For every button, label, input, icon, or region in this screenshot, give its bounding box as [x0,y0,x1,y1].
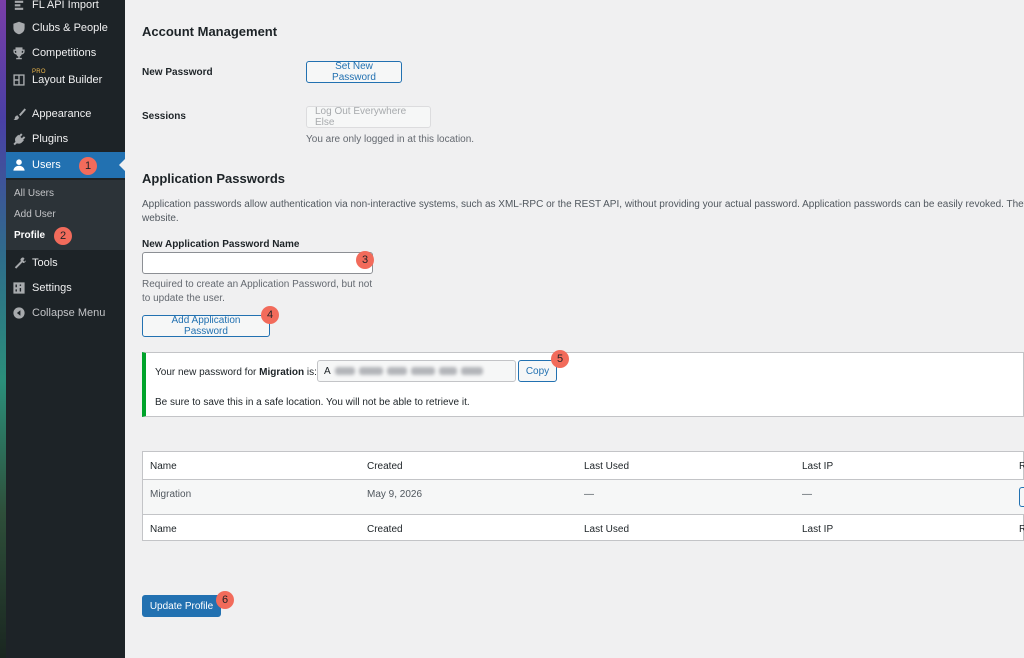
menu-label: Tools [32,257,58,269]
table-row: Migration May 9, 2026 — — [143,480,1024,515]
generated-password-field[interactable]: A [317,360,516,382]
submenu-profile[interactable]: Profile [14,230,45,241]
shield-icon [12,21,26,35]
update-profile-button[interactable]: Update Profile [142,595,221,617]
blurred-password [334,367,483,375]
add-application-password-button[interactable]: Add Application Password [142,315,270,337]
settings-sliders-icon [12,281,26,295]
menu-label: Plugins [32,133,69,145]
application-passwords-heading: Application Passwords [142,171,286,186]
step-badge-4: 4 [261,306,279,324]
brush-icon [12,107,26,121]
menu-users[interactable]: Users [6,152,125,178]
profile-main: Account Management New Password Set New … [125,0,1024,658]
table-footer: Name Created Last Used Last IP R [143,515,1024,542]
wrench-icon [12,256,26,270]
sessions-label: Sessions [142,111,186,122]
notice-suffix: is: [304,367,317,378]
column-created: Created [367,461,403,472]
menu-layout-builder[interactable]: Layout Builder [6,67,125,93]
collapse-menu[interactable]: Collapse Menu [6,300,125,326]
trophy-icon [12,46,26,60]
column-revoke: R [1019,461,1024,472]
logout-everywhere-button[interactable]: Log Out Everywhere Else [306,106,431,128]
step-badge-6: 6 [216,591,234,609]
menu-tools[interactable]: Tools [6,250,125,276]
notice-message: Your new password for Migration is: [155,367,317,378]
column-name: Name [150,461,177,472]
app-password-help-cont: to update the user. [142,293,225,304]
column-revoke: R [1019,524,1024,535]
step-badge-5: 5 [551,350,569,368]
app-password-name-input[interactable] [142,252,373,274]
plug-icon [12,132,26,146]
column-last-ip: Last IP [802,524,834,535]
notice-warning: Be sure to save this in a safe location.… [155,397,470,408]
menu-label: Collapse Menu [32,307,106,319]
application-passwords-table: Name Created Last Used Last IP R Migrati… [142,451,1024,541]
menu-label: FL API Import [32,0,99,11]
row-last-used: — [584,489,594,500]
menu-appearance[interactable]: Appearance [6,101,125,127]
row-created: May 9, 2026 [367,489,423,500]
column-name: Name [150,524,177,535]
step-badge-2: 2 [54,227,72,245]
table-header: Name Created Last Used Last IP R [143,452,1024,480]
layout-icon [12,73,26,87]
notice-prefix: Your new password for [155,367,260,378]
menu-label: Clubs & People [32,22,108,34]
step-badge-1: 1 [79,157,97,175]
user-icon [12,158,26,172]
menu-label: Appearance [32,108,92,120]
menu-plugins[interactable]: Plugins [6,126,125,152]
account-management-heading: Account Management [142,24,278,39]
new-password-notice: Your new password for Migration is: A Co… [142,352,1024,417]
new-password-label: New Password [142,67,213,78]
sessions-note: You are only logged in at this location. [306,134,475,145]
api-import-icon [12,0,26,12]
admin-sidebar: FL API Import Clubs & People Competition… [6,0,125,658]
app-password-name-label: New Application Password Name [142,239,300,250]
app-passwords-description-cont: website. [142,213,179,224]
menu-label: Competitions [32,47,97,59]
set-new-password-button[interactable]: Set New Password [306,61,402,83]
notice-app-name: Migration [259,367,305,378]
menu-label: Users [32,159,61,171]
column-last-ip: Last IP [802,461,834,472]
row-last-ip: — [802,489,812,500]
column-last-used: Last Used [584,461,630,472]
menu-label: Layout Builder [32,74,103,86]
app-password-help: Required to create an Application Passwo… [142,279,373,290]
column-created: Created [367,524,403,535]
row-name: Migration [150,489,192,500]
menu-clubs-people[interactable]: Clubs & People [6,15,125,41]
menu-competitions[interactable]: Competitions [6,40,125,66]
column-last-used: Last Used [584,524,630,535]
app-passwords-description: Application passwords allow authenticati… [142,199,1024,210]
password-first-char: A [324,365,331,377]
submenu-all-users[interactable]: All Users [14,188,54,199]
menu-settings[interactable]: Settings [6,275,125,301]
menu-label: Settings [32,282,72,294]
step-badge-3: 3 [356,251,374,269]
revoke-button[interactable] [1019,487,1024,507]
collapse-icon [12,306,26,320]
submenu-add-user[interactable]: Add User [14,209,56,220]
